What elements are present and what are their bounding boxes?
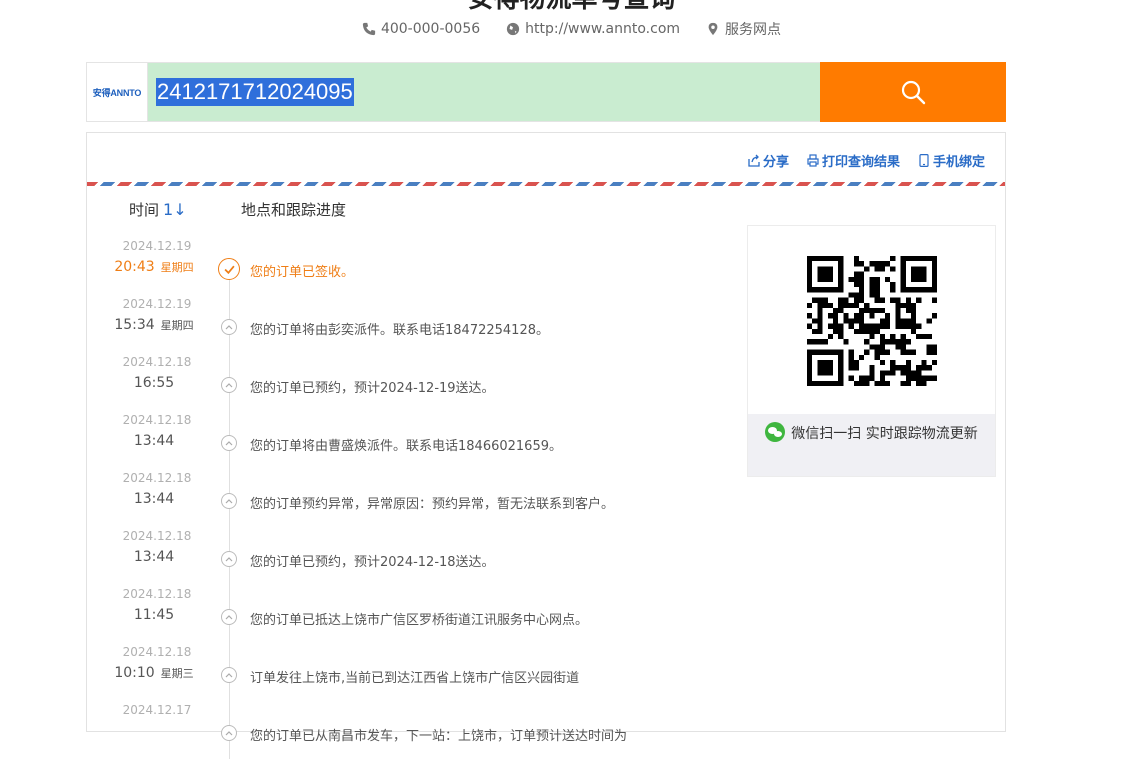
chevron-up-circle-icon <box>221 493 237 509</box>
timeline-date: 2024.12.18 <box>122 587 192 601</box>
timeline-date: 2024.12.18 <box>122 413 192 427</box>
place-column-header: 地点和跟踪进度 <box>241 201 347 219</box>
chevron-up-circle-icon <box>221 667 237 683</box>
search-button[interactable] <box>820 62 1006 122</box>
airmail-divider <box>87 182 1005 186</box>
share-label: 分享 <box>762 155 789 170</box>
timeline-weekday: 星期四 <box>160 261 194 274</box>
sort-icon[interactable]: 1↓ <box>163 200 187 219</box>
share-button[interactable]: 分享 <box>748 151 789 170</box>
search-icon <box>901 80 926 105</box>
wechat-qr-card: 微信扫一扫 实时跟踪物流更新 <box>747 225 996 477</box>
qr-caption: 微信扫一扫 实时跟踪物流更新 <box>748 414 995 476</box>
timeline-time: 13:44 <box>133 491 175 507</box>
contact-bar: 400-000-0056 http://www.annto.com 服务网点 <box>0 18 1143 40</box>
timeline-weekday: 星期四 <box>160 319 194 332</box>
chevron-up-circle-icon <box>221 319 237 335</box>
phone-bind-button[interactable]: 手机绑定 <box>918 151 985 170</box>
time-column-header[interactable]: 时间 1↓ <box>129 199 187 220</box>
check-circle-icon <box>218 258 240 280</box>
chevron-up-circle-icon <box>221 725 237 741</box>
timeline-time: 13:44 <box>133 433 175 449</box>
print-label: 打印查询结果 <box>821 155 900 170</box>
timeline-date: 2024.12.19 <box>122 239 192 253</box>
location-pin-icon <box>708 22 718 36</box>
timeline-date: 2024.12.18 <box>122 355 192 369</box>
globe-icon <box>507 22 520 36</box>
timeline-row: 2024.12.18 13:44 您的订单已预约，预计2024-12-18送达。 <box>87 527 747 585</box>
printer-icon <box>807 154 819 167</box>
qr-caption-text: 微信扫一扫 实时跟踪物流更新 <box>791 426 978 442</box>
phone-contact: 400-000-0056 <box>362 21 480 37</box>
timeline-time: 13:44 <box>133 549 175 565</box>
page-title: 安得物流单号查询 <box>0 0 1143 10</box>
timeline-row: 2024.12.18 11:45 您的订单已抵达上饶市广信区罗桥街道江讯服务中心网点… <box>87 585 747 643</box>
chevron-up-circle-icon <box>221 377 237 393</box>
timeline-text: 您的订单将由曹盛焕派件。联系电话18466021659。 <box>250 439 562 454</box>
timeline-text: 您的订单已抵达上饶市广信区罗桥街道江讯服务中心网点。 <box>250 613 589 628</box>
timeline-row: 2024.12.18 13:44 您的订单将由曹盛焕派件。联系电话184660216… <box>87 411 747 469</box>
timeline-text: 您的订单已预约，预计2024-12-18送达。 <box>250 555 495 570</box>
wechat-icon <box>765 422 786 442</box>
timeline-date: 2024.12.17 <box>122 703 192 717</box>
search-bar: 安得ANNTO 2412171712024095 <box>86 62 1006 122</box>
annto-logo: 安得ANNTO <box>87 63 148 121</box>
phone-bind-label: 手机绑定 <box>932 155 985 170</box>
timeline-text: 您的订单将由彭奕派件。联系电话18472254128。 <box>250 323 549 338</box>
website-contact[interactable]: http://www.annto.com <box>506 21 680 37</box>
timeline-text: 订单发往上饶市,当前已到达江西省上饶市广信区兴园街道 <box>250 671 580 686</box>
timeline-time: 16:55 <box>133 375 175 391</box>
timeline-text: 您的订单已从南昌市发车，下一站：上饶市，订单预计送达时间为 <box>250 729 628 744</box>
service-contact[interactable]: 服务网点 <box>706 19 781 39</box>
chevron-up-circle-icon <box>221 435 237 451</box>
timeline-time: 15:34 星期四 <box>114 317 194 333</box>
timeline-weekday: 星期三 <box>160 667 194 680</box>
timeline-text: 您的订单已签收。 <box>250 265 355 280</box>
mobile-phone-icon <box>919 154 929 167</box>
timeline-date: 2024.12.19 <box>122 297 192 311</box>
timeline-date: 2024.12.18 <box>122 645 192 659</box>
website-link[interactable]: http://www.annto.com <box>525 21 680 37</box>
timeline-time: 11:45 <box>133 607 175 623</box>
timeline-date: 2024.12.18 <box>122 471 192 485</box>
chevron-up-circle-icon <box>221 551 237 567</box>
timeline-row: 2024.12.18 10:10 星期三 订单发往上饶市,当前已到达江西省上饶市广信区… <box>87 643 747 701</box>
tracking-panel: 分享 打印查询结果 手机绑定 时间 1↓ 地点和跟踪进度 2024.12.19 2… <box>86 132 1006 759</box>
phone-icon <box>362 22 376 36</box>
qr-code <box>807 256 937 386</box>
tracking-number-value[interactable]: 2412171712024095 <box>156 78 354 106</box>
share-icon <box>748 154 760 167</box>
timeline-date: 2024.12.18 <box>122 529 192 543</box>
action-bar: 分享 打印查询结果 手机绑定 <box>748 151 985 170</box>
print-button[interactable]: 打印查询结果 <box>807 151 900 170</box>
timeline-row: 2024.12.18 16:55 您的订单已预约，预计2024-12-19送达。 <box>87 353 747 411</box>
chevron-up-circle-icon <box>221 609 237 625</box>
timeline-row: 2024.12.19 15:34 星期四 您的订单将由彭奕派件。联系电话1847225… <box>87 295 747 353</box>
tracking-timeline: 2024.12.19 20:43 星期四 您的订单已签收。 2024.12.19 15:3… <box>87 237 747 759</box>
timeline-row: 2024.12.19 20:43 星期四 您的订单已签收。 <box>87 237 747 295</box>
timeline-row: 2024.12.18 13:44 您的订单预约异常，异常原因：预约异常，暂无法联系到… <box>87 469 747 527</box>
phone-number: 400-000-0056 <box>380 21 481 37</box>
timeline-time: 20:43 星期四 <box>114 259 194 275</box>
time-column-label: 时间 <box>129 201 160 219</box>
timeline-text: 您的订单已预约，预计2024-12-19送达。 <box>250 381 495 396</box>
timeline-text: 您的订单预约异常，异常原因：预约异常，暂无法联系到客户。 <box>250 497 615 512</box>
service-link[interactable]: 服务网点 <box>725 19 781 39</box>
timeline-time: 10:10 星期三 <box>114 665 194 681</box>
tracking-number-input[interactable]: 2412171712024095 <box>148 63 820 121</box>
